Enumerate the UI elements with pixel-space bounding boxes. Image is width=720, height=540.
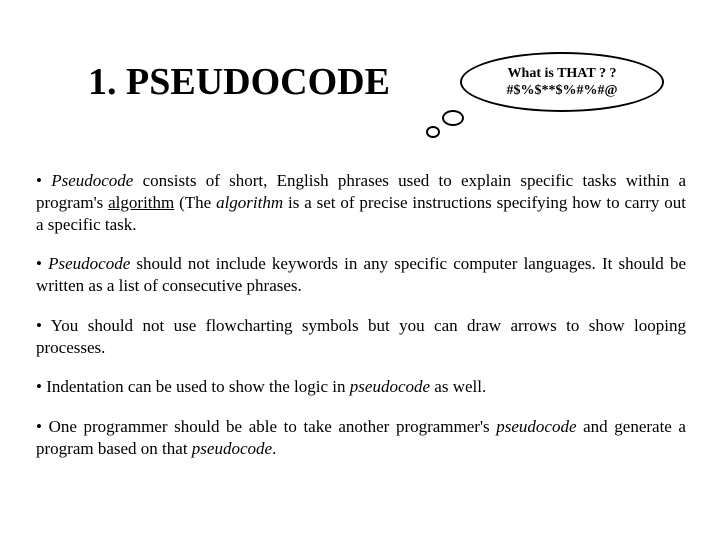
slide-body: • Pseudocode consists of short, English … xyxy=(36,170,686,478)
term-algorithm-underlined: algorithm xyxy=(108,193,174,212)
thought-bubble: What is THAT ? ? #$%$**$%#%#@ xyxy=(460,52,660,112)
bullet-1: • Pseudocode consists of short, English … xyxy=(36,170,686,235)
bullet-4-text-b: as well. xyxy=(430,377,486,396)
bullet-2: • Pseudocode should not include keywords… xyxy=(36,253,686,297)
bullet-4-text-a: Indentation can be used to show the logi… xyxy=(46,377,350,396)
bullet-3-text: You should not use flowcharting symbols … xyxy=(36,316,686,357)
thought-bubble-dot-2 xyxy=(426,126,440,138)
bullet-5-text-a: One programmer should be able to take an… xyxy=(49,417,497,436)
term-pseudocode: Pseudocode xyxy=(48,254,130,273)
bubble-line-1: What is THAT ? ? xyxy=(508,65,617,83)
term-pseudocode: pseudocode xyxy=(496,417,576,436)
bullet-3: • You should not use flowcharting symbol… xyxy=(36,315,686,359)
bullet-5: • One programmer should be able to take … xyxy=(36,416,686,460)
bullet-1-text-b: (The xyxy=(174,193,216,212)
slide-title-area: 1. PSEUDOCODE xyxy=(88,60,390,104)
thought-bubble-dot-1 xyxy=(442,110,464,126)
slide-title: 1. PSEUDOCODE xyxy=(88,60,390,104)
bullet-5-text-c: . xyxy=(272,439,276,458)
bullet-2-text: should not include keywords in any speci… xyxy=(36,254,686,295)
bubble-line-2: #$%$**$%#%#@ xyxy=(506,82,617,100)
term-pseudocode: Pseudocode xyxy=(51,171,133,190)
bullet-4: • Indentation can be used to show the lo… xyxy=(36,376,686,398)
term-algorithm-italic: algorithm xyxy=(216,193,283,212)
thought-bubble-main: What is THAT ? ? #$%$**$%#%#@ xyxy=(460,52,664,112)
term-pseudocode: pseudocode xyxy=(350,377,430,396)
term-pseudocode: pseudocode xyxy=(192,439,272,458)
